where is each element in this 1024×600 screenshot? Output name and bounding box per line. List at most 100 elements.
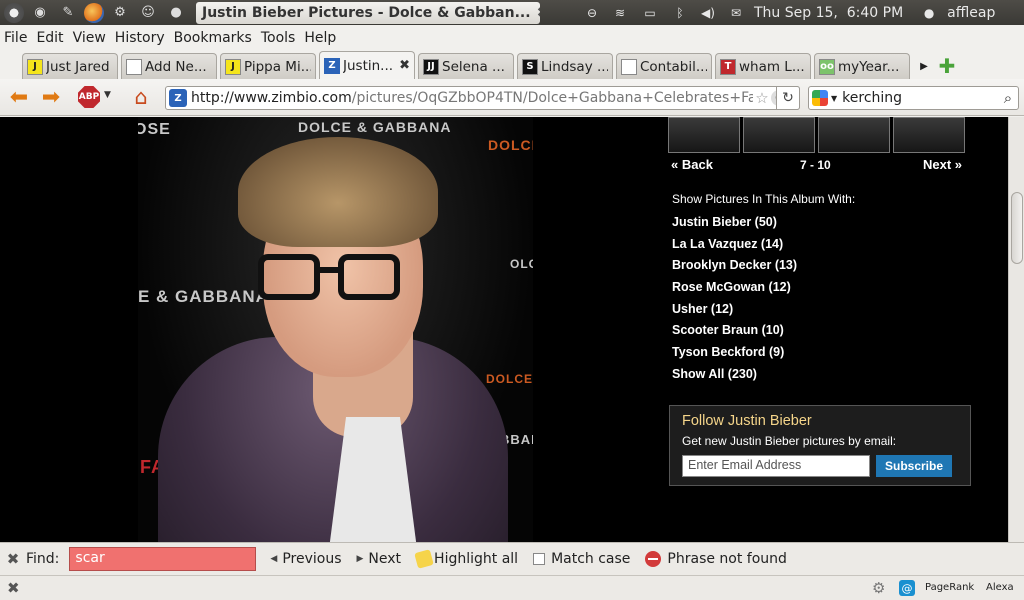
photo-thumbnail[interactable] <box>668 117 740 153</box>
subscribe-button[interactable]: Subscribe <box>876 455 952 477</box>
back-arrow-icon[interactable]: ⬅ <box>6 85 32 110</box>
clock[interactable]: Thu Sep 15, 6:40 PM <box>754 5 903 21</box>
text-editor-icon[interactable]: ✎ <box>56 2 80 24</box>
url-bar[interactable]: Z http://www.zimbio.com/pictures/OqGZbbO… <box>165 86 800 110</box>
tab-justin-active[interactable]: Z Justin... ✖ <box>319 51 415 79</box>
menu-view[interactable]: View <box>73 30 106 46</box>
photo-thumbnail[interactable] <box>893 117 965 153</box>
adblock-plus-icon[interactable]: ABP <box>78 86 100 108</box>
search-input[interactable]: kerching <box>842 90 998 106</box>
tab-title: wham L... <box>739 58 805 75</box>
search-magnifier-icon[interactable]: ⌕ <box>998 89 1018 107</box>
close-findbar-icon[interactable]: ✖ <box>0 550 26 568</box>
highlight-all-label: Highlight all <box>434 551 519 567</box>
album-heading: Show Pictures In This Album With: <box>672 192 856 206</box>
active-window-title[interactable]: Justin Bieber Pictures - Dolce & Gabban.… <box>196 1 540 24</box>
close-tab-icon[interactable]: ✖ <box>399 58 410 73</box>
reload-icon[interactable]: ↻ <box>776 86 800 110</box>
tab-add-new[interactable]: Add Ne... <box>121 53 217 79</box>
find-next-button[interactable]: ▶ Next <box>357 551 402 567</box>
tab-scroll-right-icon[interactable]: ▶ <box>917 53 931 79</box>
find-input[interactable]: scar <box>69 547 257 571</box>
minus-status-icon[interactable]: ⊖ <box>582 5 602 21</box>
tab-selena[interactable]: JJ Selena ... <box>418 53 514 79</box>
alexa-label[interactable]: Alexa <box>986 582 1014 593</box>
highlighter-icon <box>414 549 434 569</box>
tab-just-jared[interactable]: J Just Jared <box>22 53 118 79</box>
gear-icon[interactable]: ⚙ <box>872 579 885 597</box>
album-filter-item[interactable]: Tyson Beckford (9) <box>672 345 797 367</box>
album-filter-item[interactable]: Brooklyn Decker (13) <box>672 258 797 280</box>
update-manager-icon[interactable]: ◉ <box>28 2 52 24</box>
find-label: Find: <box>26 551 60 567</box>
follow-title: Follow Justin Bieber <box>682 413 812 429</box>
find-previous-button[interactable]: ◀ Previous <box>270 551 341 567</box>
menu-bookmarks[interactable]: Bookmarks <box>174 30 252 46</box>
album-filter-item[interactable]: Scooter Braun (10) <box>672 323 797 345</box>
close-addon-bar-icon[interactable]: ✖ <box>7 579 20 597</box>
menu-file[interactable]: File <box>4 30 27 46</box>
media-player-icon[interactable]: ● <box>164 2 188 24</box>
url-host: http://www.zimbio.com <box>191 90 352 106</box>
email-field[interactable]: Enter Email Address <box>682 455 870 477</box>
firefox-launcher-icon[interactable] <box>84 2 104 23</box>
previous-arrow-icon: ◀ <box>270 554 278 564</box>
google-engine-icon[interactable] <box>812 90 828 106</box>
bluetooth-icon[interactable]: ᛒ <box>670 5 690 21</box>
glasses-right-lens <box>338 254 400 300</box>
photo-thumbnail[interactable] <box>743 117 815 153</box>
album-filter-item[interactable]: Rose McGowan (12) <box>672 280 797 302</box>
backdrop-text: E & GABBANA <box>138 287 269 306</box>
album-filter-list: Justin Bieber (50) La La Vazquez (14) Br… <box>672 215 797 389</box>
album-filter-item[interactable]: La La Vazquez (14) <box>672 237 797 259</box>
album-show-all[interactable]: Show All (230) <box>672 367 797 389</box>
tab-title: Selena ... <box>442 58 505 75</box>
mail-icon[interactable]: ✉ <box>726 5 746 21</box>
battery-icon[interactable]: ▭ <box>638 5 662 21</box>
tab-title: Justin... <box>343 57 394 74</box>
pager-next-link[interactable]: Next » <box>923 157 962 172</box>
menu-tools[interactable]: Tools <box>261 30 296 46</box>
ubuntu-menu-icon[interactable] <box>4 2 24 23</box>
wifi-icon[interactable]: ≋ <box>610 5 630 21</box>
bookmark-star-icon[interactable]: ☆ <box>753 89 771 107</box>
new-tab-icon[interactable]: ✚ <box>937 53 957 79</box>
tab-contabil[interactable]: Contabil... <box>616 53 712 79</box>
home-icon[interactable]: ⌂ <box>128 85 154 109</box>
at-sign-icon[interactable]: @ <box>899 580 915 596</box>
menu-edit[interactable]: Edit <box>36 30 63 46</box>
search-bar[interactable]: ▼ kerching ⌕ <box>808 86 1019 110</box>
system-top-panel: ◉ ✎ ⚙ ☺ ● Justin Bieber Pictures - Dolce… <box>0 0 1024 25</box>
volume-icon[interactable]: ◀) <box>698 5 718 21</box>
pidgin-launcher-icon[interactable]: ☺ <box>136 2 160 24</box>
tab-myyear[interactable]: oo myYear... <box>814 53 910 79</box>
close-window-icon[interactable]: ✖ <box>537 5 540 21</box>
album-filter-item[interactable]: Usher (12) <box>672 302 797 324</box>
tab-lindsay[interactable]: S Lindsay ... <box>517 53 613 79</box>
tab-favicon <box>621 58 637 75</box>
tab-pippa[interactable]: J Pippa Mi... <box>220 53 316 79</box>
find-status: Phrase not found <box>645 551 787 567</box>
highlight-all-button[interactable]: Highlight all <box>414 549 519 569</box>
tab-wham[interactable]: Twham L... <box>715 53 811 79</box>
celebrity-photo[interactable]: OSE DOLCE & GABBANA E & GABBANA DOLCE OL… <box>138 117 533 542</box>
tab-title: Add Ne... <box>145 58 207 75</box>
user-name[interactable]: affleap <box>947 5 995 21</box>
user-status-icon[interactable]: ● <box>919 5 939 21</box>
site-favicon-icon: Z <box>169 89 187 107</box>
photo-thumbnail[interactable] <box>818 117 890 153</box>
adblock-dropdown-icon[interactable]: ▼ <box>104 90 111 100</box>
scrollbar-thumb[interactable] <box>1011 192 1023 264</box>
search-engine-dropdown-icon[interactable]: ▼ <box>831 94 837 103</box>
page-scrollbar[interactable] <box>1008 117 1024 542</box>
match-case-checkbox[interactable]: Match case <box>533 551 630 567</box>
menu-help[interactable]: Help <box>304 30 336 46</box>
pager-back-link[interactable]: « Back <box>671 157 713 172</box>
settings-launcher-icon[interactable]: ⚙ <box>108 2 132 24</box>
pagerank-label[interactable]: PageRank <box>925 582 974 593</box>
album-filter-item[interactable]: Justin Bieber (50) <box>672 215 797 237</box>
forward-arrow-icon[interactable]: ➡ <box>38 85 64 110</box>
url-text[interactable]: http://www.zimbio.com/pictures/OqGZbbOP4… <box>191 90 753 106</box>
status-bar: ✖ ⚙ @ PageRank Alexa <box>0 575 1024 600</box>
menu-history[interactable]: History <box>115 30 165 46</box>
